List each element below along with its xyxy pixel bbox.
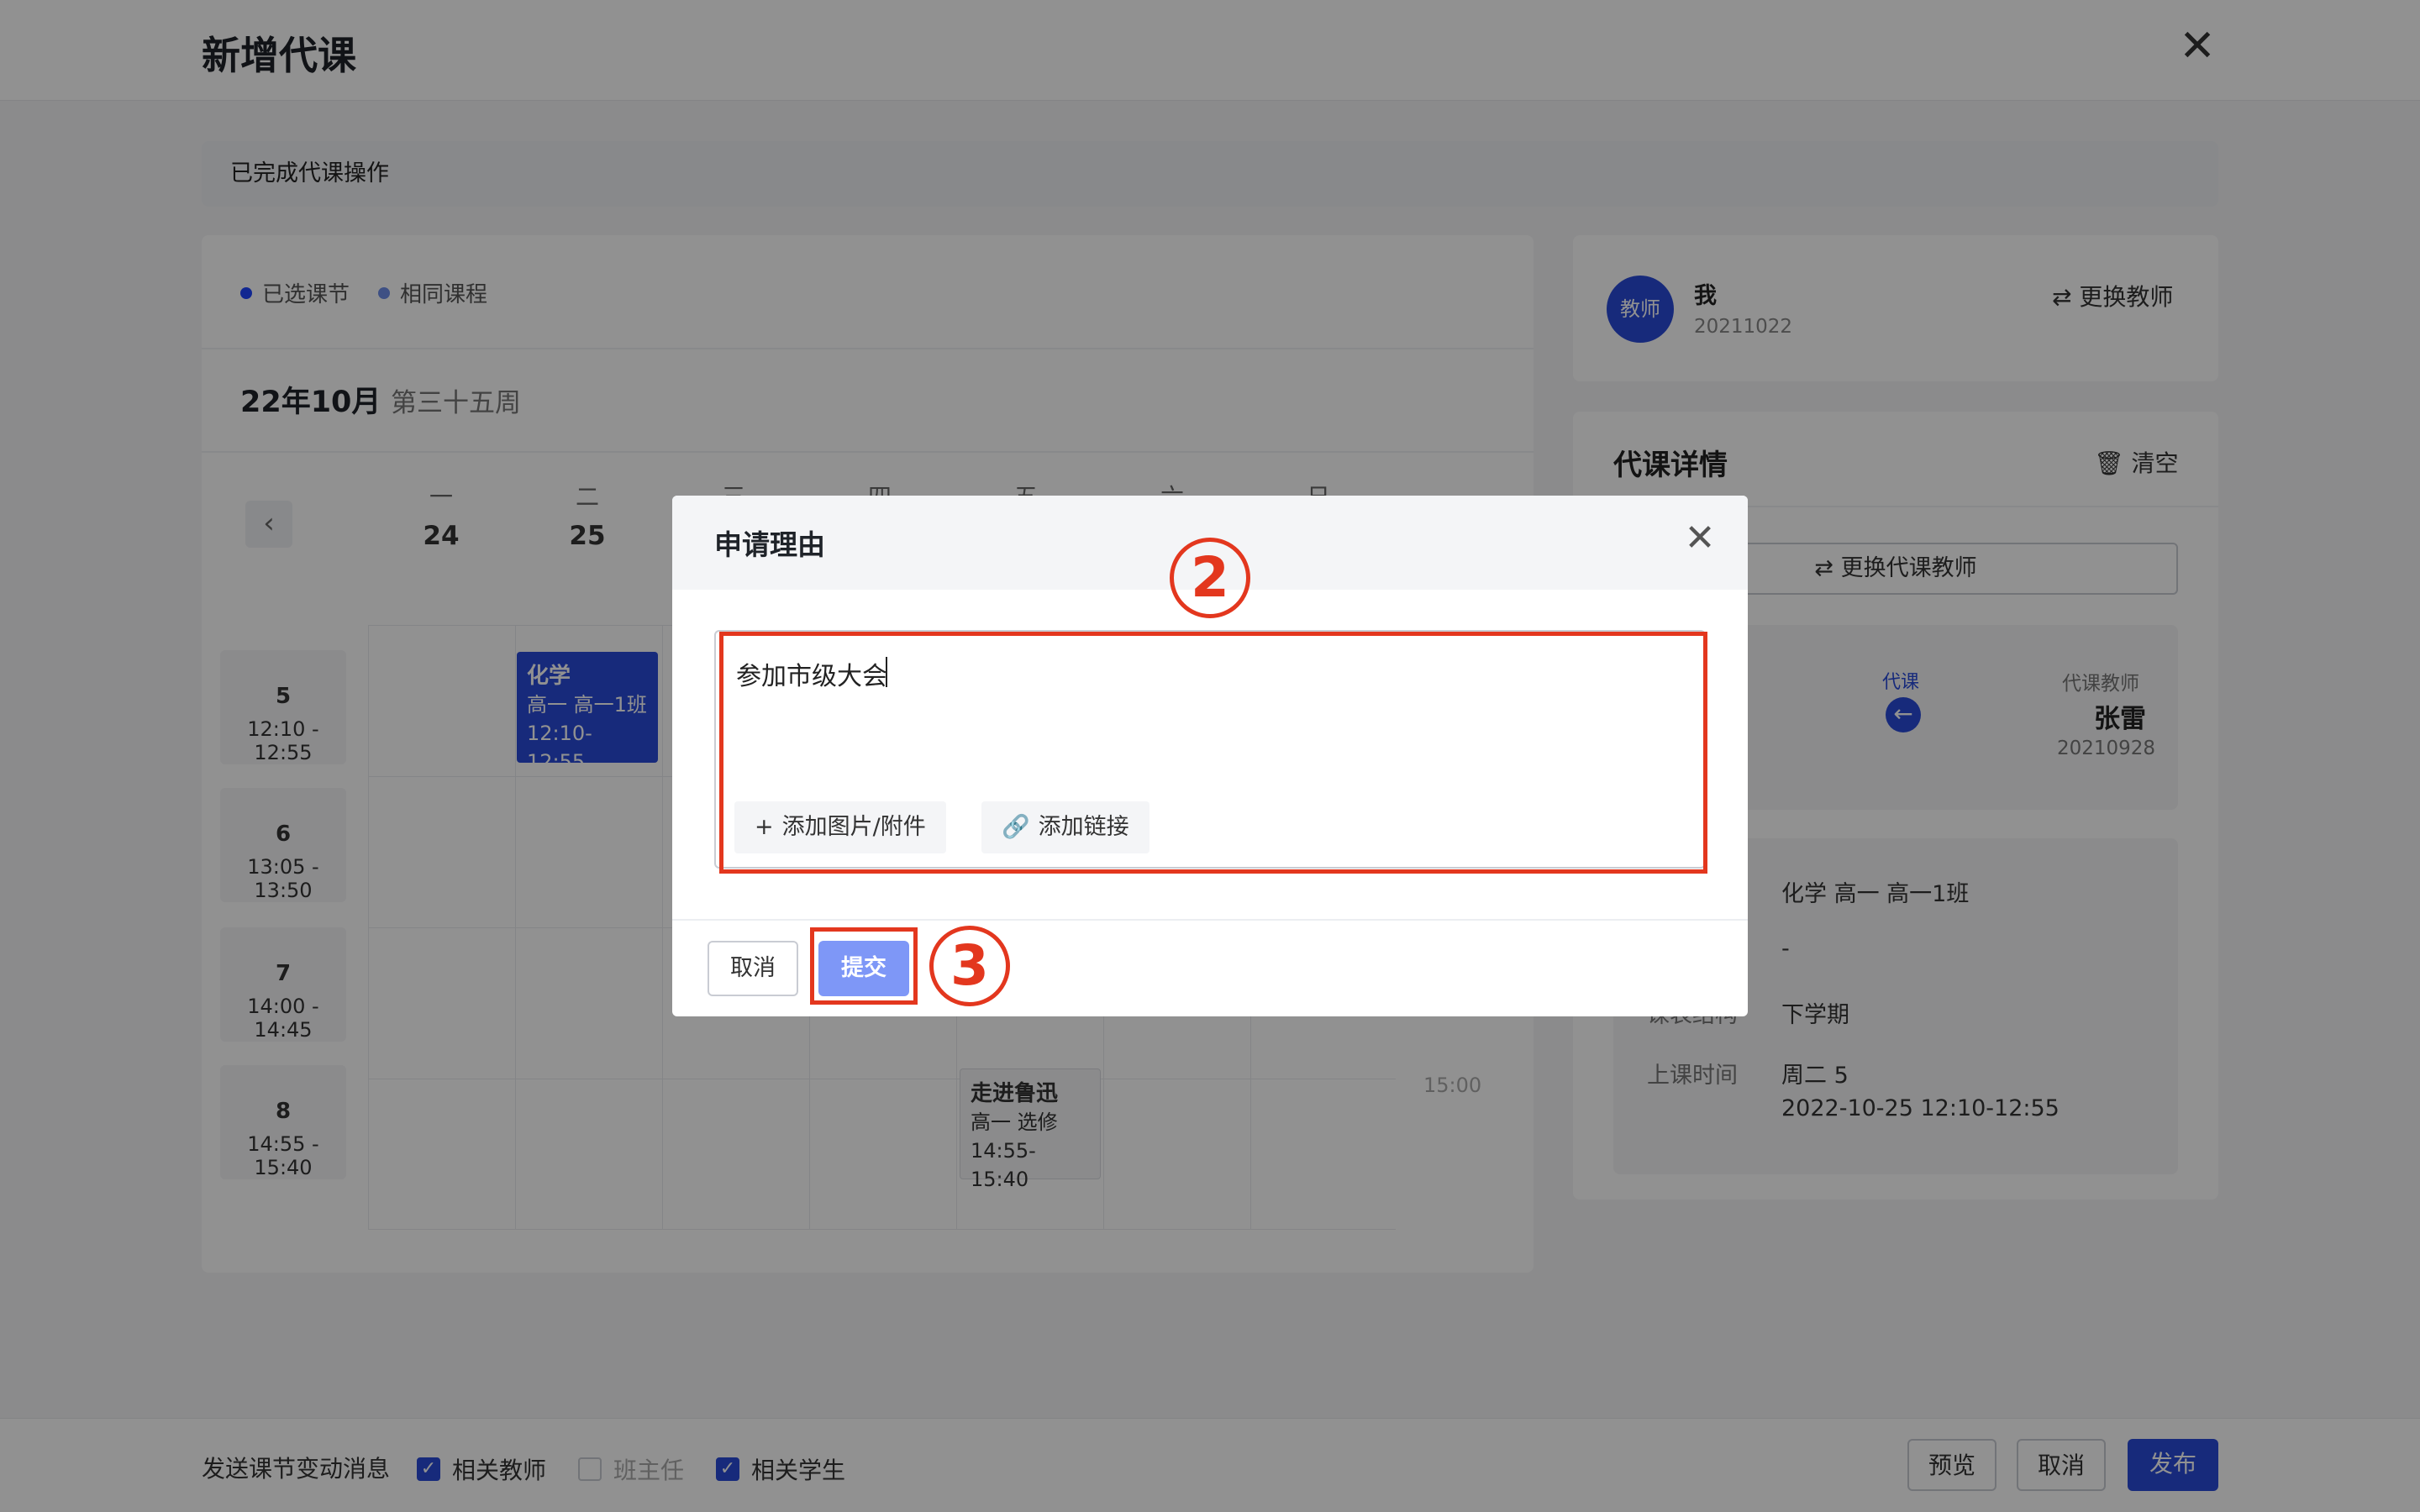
annotation-step-2: 2: [1170, 538, 1250, 618]
dialog-cancel-button[interactable]: 取消: [708, 941, 798, 996]
divider: [672, 919, 1748, 921]
dialog-title: 申请理由: [714, 528, 825, 561]
close-icon[interactable]: ✕: [1681, 519, 1719, 558]
annotation-box-submit: [810, 927, 918, 1005]
annotation-step-3: 3: [929, 926, 1010, 1006]
annotation-box-reason: [719, 632, 1707, 874]
